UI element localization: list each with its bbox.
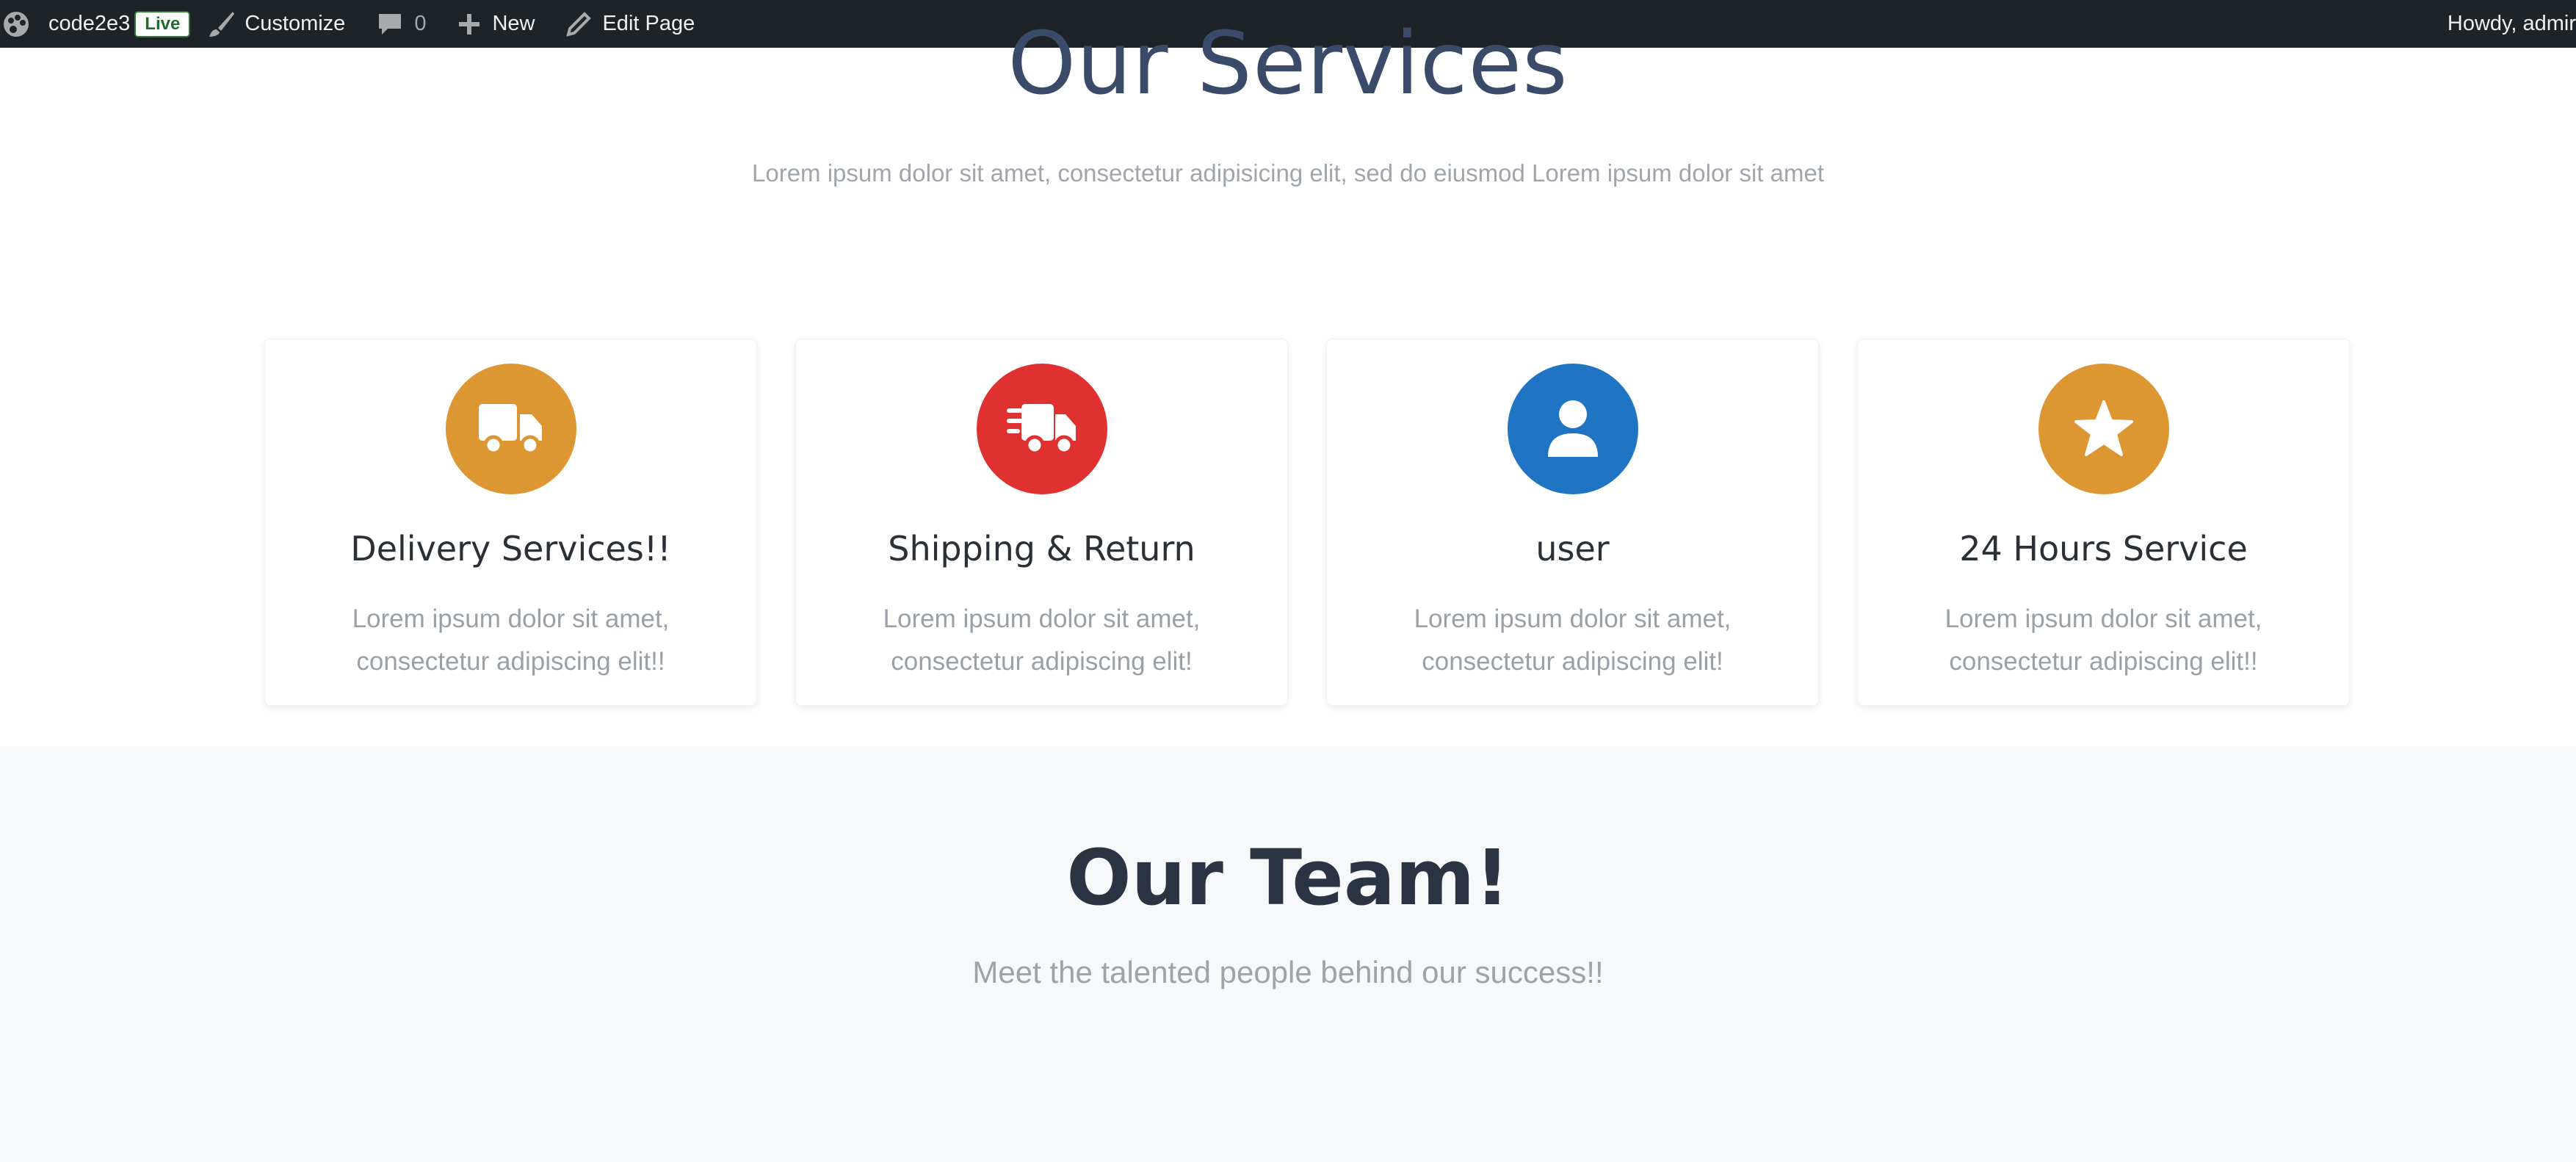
team-section: Our Team! Meet the talented people behin… xyxy=(0,746,2576,1162)
team-subtitle: Meet the talented people behind our succ… xyxy=(972,955,1604,989)
services-section: Our Services Lorem ipsum dolor sit amet,… xyxy=(0,20,2576,746)
card-description: Lorem ipsum dolor sit amet, consectetur … xyxy=(1944,605,2262,676)
card-title: user xyxy=(1535,529,1610,569)
service-card-delivery: Delivery Services!! Lorem ipsum dolor si… xyxy=(264,339,757,706)
card-description: Lorem ipsum dolor sit amet, consectetur … xyxy=(883,605,1201,676)
star-icon xyxy=(2038,364,2169,494)
card-title: 24 Hours Service xyxy=(1959,529,2248,569)
fast-truck-icon xyxy=(977,364,1107,494)
truck-icon xyxy=(446,364,576,494)
service-card-shipping: Shipping & Return Lorem ipsum dolor sit … xyxy=(795,339,1288,706)
card-description: Lorem ipsum dolor sit amet, consectetur … xyxy=(352,605,670,676)
card-description: Lorem ipsum dolor sit amet, consectetur … xyxy=(1414,605,1732,676)
services-subtitle: Lorem ipsum dolor sit amet, consectetur … xyxy=(752,159,1824,187)
card-title: Shipping & Return xyxy=(888,529,1195,569)
service-cards: Delivery Services!! Lorem ipsum dolor si… xyxy=(264,339,2350,706)
card-title: Delivery Services!! xyxy=(350,529,671,569)
service-card-user: user Lorem ipsum dolor sit amet, consect… xyxy=(1326,339,1819,706)
user-icon xyxy=(1508,364,1638,494)
team-title: Our Team! xyxy=(1066,833,1510,923)
service-card-24h: 24 Hours Service Lorem ipsum dolor sit a… xyxy=(1857,339,2350,706)
services-title: Our Services xyxy=(1007,12,1569,114)
